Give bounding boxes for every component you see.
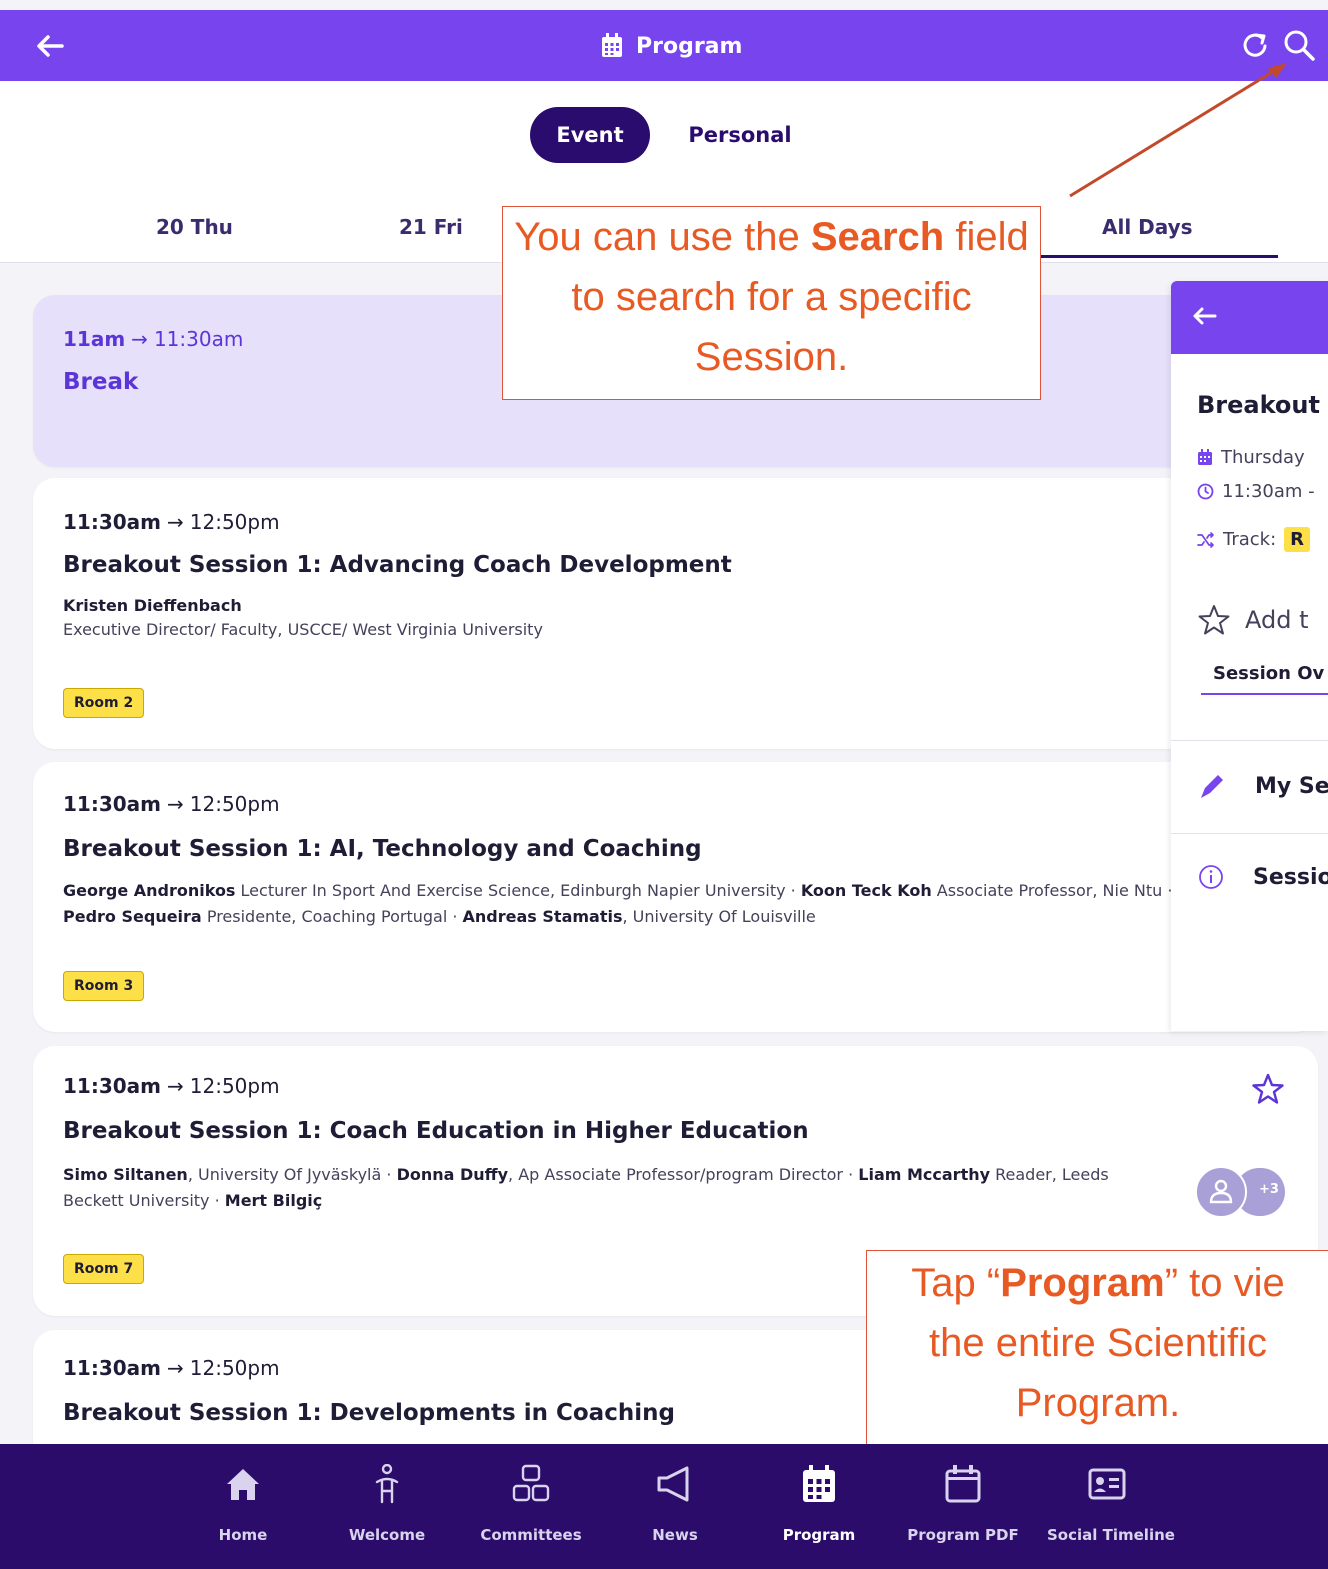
active-tab-indicator xyxy=(1040,255,1278,258)
session-time: 11am → 11:30am xyxy=(63,327,244,351)
nav-program-pdf[interactable]: Program PDF xyxy=(903,1444,1023,1569)
speaker-avatar-stack[interactable]: +3 xyxy=(1195,1166,1291,1218)
annotation-arrow xyxy=(1069,63,1287,198)
my-session-notes-item[interactable]: My Se xyxy=(1197,771,1328,801)
calendar-icon xyxy=(602,33,622,57)
back-arrow-icon[interactable] xyxy=(1189,301,1219,331)
nav-welcome[interactable]: Welcome xyxy=(327,1444,447,1569)
room-badge: Room 7 xyxy=(63,1254,145,1284)
nav-news[interactable]: News xyxy=(615,1444,735,1569)
shuffle-icon xyxy=(1197,531,1214,548)
more-speakers-count: +3 xyxy=(1259,1182,1279,1197)
calendar-icon xyxy=(803,1465,835,1502)
detail-time: 11:30am - xyxy=(1197,481,1315,502)
nav-social-timeline[interactable]: Social Timeline xyxy=(1047,1444,1175,1569)
bottom-navigation: Home Welcome Committees News Program Pro… xyxy=(0,1444,1328,1569)
detail-title: Breakout xyxy=(1197,391,1320,419)
committees-icon xyxy=(512,1464,550,1502)
clock-icon xyxy=(1197,483,1214,500)
session-info-item[interactable]: Sessio xyxy=(1197,863,1328,891)
tab-day-20[interactable]: 20 Thu xyxy=(156,215,233,239)
session-time: 11:30am → 12:50pm xyxy=(63,1356,280,1380)
speaker-list: Simo Siltanen, University Of Jyväskylä ·… xyxy=(63,1165,1109,1210)
room-badge: Room 2 xyxy=(63,688,145,718)
id-card-icon xyxy=(1088,1468,1126,1500)
star-icon xyxy=(1198,605,1230,635)
speaker-list: Kristen Dieffenbach Executive Director/ … xyxy=(63,594,1173,642)
segment-event[interactable]: Event xyxy=(530,107,650,163)
calendar-outline-icon xyxy=(945,1465,981,1503)
nav-program[interactable]: Program xyxy=(759,1444,879,1569)
nav-committees[interactable]: Committees xyxy=(471,1444,591,1569)
user-icon xyxy=(1209,1179,1233,1204)
page-title: Program xyxy=(636,33,743,59)
tab-session-overview[interactable]: Session Ov xyxy=(1213,663,1324,684)
page-title-group: Program xyxy=(600,30,742,62)
info-icon xyxy=(1199,865,1223,889)
session-detail-panel: Breakout Thursday 11:30am - Track: R Add… xyxy=(1171,281,1328,1031)
room-badge: Room 3 xyxy=(63,971,145,1001)
active-tab-indicator xyxy=(1201,693,1328,695)
session-time: 11:30am → 12:50pm xyxy=(63,1074,280,1098)
refresh-icon[interactable] xyxy=(1240,30,1270,60)
pencil-icon xyxy=(1201,775,1223,798)
search-tip-callout: You can use the Search field to search f… xyxy=(502,206,1041,400)
back-arrow-icon[interactable] xyxy=(32,28,68,64)
favorite-star-icon[interactable] xyxy=(1251,1072,1285,1106)
person-icon xyxy=(375,1464,399,1504)
session-title: Breakout Session 1: Coach Education in H… xyxy=(63,1118,809,1144)
session-card-2[interactable]: 11:30am → 12:50pm Breakout Session 1: AI, … xyxy=(33,762,1318,1032)
speaker-role: Executive Director/ Faculty, USCCE/ West… xyxy=(63,620,543,639)
session-title: Breakout Session 1: Developments in Coac… xyxy=(63,1400,675,1426)
add-to-favorites[interactable]: Add t xyxy=(1197,604,1309,636)
nav-home[interactable]: Home xyxy=(183,1444,303,1569)
detail-date: Thursday xyxy=(1197,447,1305,468)
segment-personal[interactable]: Personal xyxy=(670,107,810,163)
megaphone-icon xyxy=(657,1466,689,1502)
session-title: Break xyxy=(63,369,139,395)
calendar-icon xyxy=(1198,449,1212,465)
tab-all-days[interactable]: All Days xyxy=(1102,215,1193,239)
session-card-1[interactable]: 11:30am → 12:50pm Breakout Session 1: Adva… xyxy=(33,478,1318,749)
session-time: 11:30am → 12:50pm xyxy=(63,510,280,534)
program-tip-callout: Tap “Program” to vie the entire Scientif… xyxy=(866,1250,1328,1446)
speaker-name: Kristen Dieffenbach xyxy=(63,596,242,615)
search-icon[interactable] xyxy=(1282,28,1316,62)
session-title: Breakout Session 1: AI, Technology and C… xyxy=(63,836,702,862)
track-chip: R xyxy=(1284,527,1311,552)
detail-track: Track: R xyxy=(1197,527,1311,552)
session-time: 11:30am → 12:50pm xyxy=(63,792,280,816)
tab-day-21[interactable]: 21 Fri xyxy=(399,215,463,239)
home-icon xyxy=(227,1469,259,1500)
session-title: Breakout Session 1: Advancing Coach Deve… xyxy=(63,552,732,578)
speaker-list: George Andronikos Lecturer In Sport And … xyxy=(63,881,1173,926)
